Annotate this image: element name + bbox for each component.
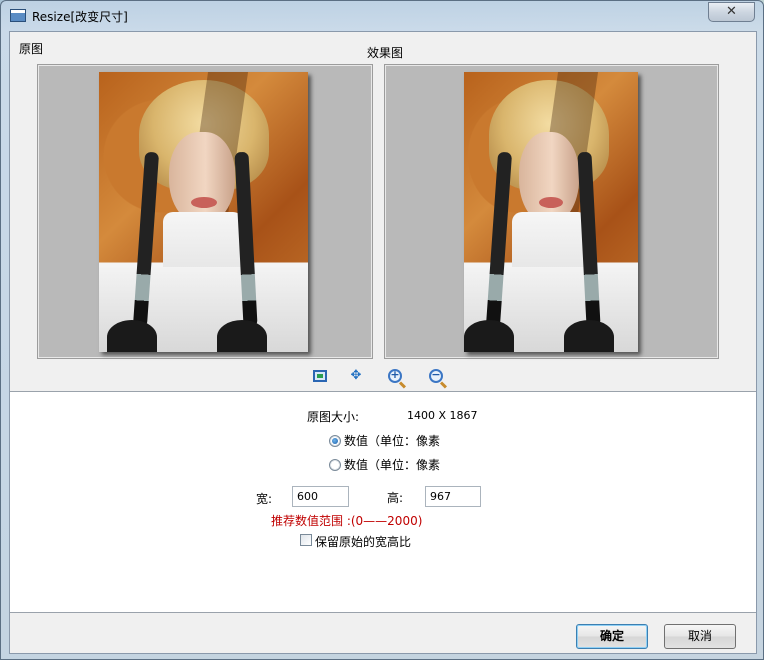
title-bar[interactable]: Resize[改变尺寸] ✕ bbox=[1, 1, 763, 31]
result-preview-panel bbox=[384, 64, 719, 359]
original-preview-panel bbox=[37, 64, 373, 359]
width-input[interactable] bbox=[292, 486, 349, 507]
close-icon: ✕ bbox=[726, 4, 737, 19]
unit-radio-2-label[interactable]: 数值（单位：像素 bbox=[344, 456, 440, 473]
dialog-client-area: 原图 效果图 ✥ + − 原图大小: 1400 X 1867 数值（单位：像素 … bbox=[9, 31, 757, 654]
fit-window-icon[interactable] bbox=[311, 368, 329, 384]
actual-size-icon[interactable]: ✥ bbox=[347, 368, 365, 384]
app-window-icon bbox=[10, 9, 26, 22]
keep-ratio-checkbox[interactable] bbox=[300, 534, 312, 546]
original-photo bbox=[99, 72, 308, 352]
original-size-label: 原图大小: bbox=[307, 410, 360, 424]
range-hint: 推荐数值范围 :(0——2000) bbox=[271, 514, 423, 528]
unit-radio-1[interactable] bbox=[329, 435, 341, 447]
resize-settings-area: 原图大小: 1400 X 1867 数值（单位：像素 数值（单位：像素 宽: 高… bbox=[10, 391, 756, 613]
original-size-value: 1400 X 1867 bbox=[407, 409, 478, 422]
zoom-out-icon[interactable]: − bbox=[427, 368, 445, 384]
height-input[interactable] bbox=[425, 486, 481, 507]
keep-ratio-label[interactable]: 保留原始的宽高比 bbox=[315, 533, 411, 550]
window-title: Resize[改变尺寸] bbox=[32, 10, 128, 24]
resize-dialog: Resize[改变尺寸] ✕ 原图 效果图 ✥ + − 原图大小: 1400 X… bbox=[0, 0, 764, 660]
unit-radio-1-label[interactable]: 数值（单位：像素 bbox=[344, 432, 440, 449]
cancel-button[interactable]: 取消 bbox=[664, 624, 736, 649]
unit-radio-2[interactable] bbox=[329, 459, 341, 471]
close-button[interactable]: ✕ bbox=[708, 2, 755, 22]
result-image-label: 效果图 bbox=[367, 46, 404, 60]
width-label: 宽: bbox=[256, 492, 273, 506]
ok-button[interactable]: 确定 bbox=[576, 624, 648, 649]
result-photo bbox=[464, 72, 638, 352]
zoom-in-icon[interactable]: + bbox=[386, 368, 404, 384]
height-label: 高: bbox=[387, 491, 404, 505]
original-image-label: 原图 bbox=[19, 42, 44, 56]
